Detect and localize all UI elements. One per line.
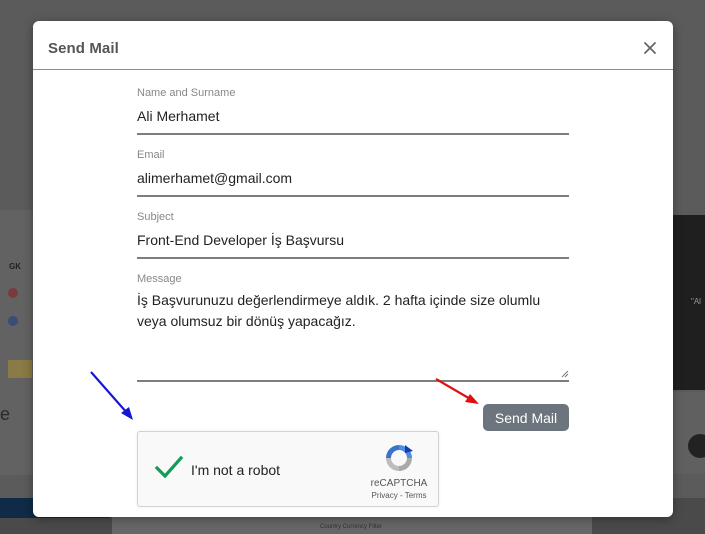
background-letter: e xyxy=(0,404,11,424)
modal-title: Send Mail xyxy=(48,40,119,57)
background-play-button xyxy=(688,434,705,458)
recaptcha-label: I'm not a robot xyxy=(191,462,281,478)
close-icon xyxy=(644,42,656,54)
email-label: Email xyxy=(137,149,165,161)
name-field[interactable]: Name and Surname Ali Merhamet xyxy=(137,87,569,135)
email-underline xyxy=(137,195,569,197)
recaptcha-brand: reCAPTCHA xyxy=(370,478,428,489)
blue-arrow-annotation xyxy=(90,371,133,420)
background-right-panel xyxy=(673,392,705,474)
modal-header: Send Mail xyxy=(33,21,673,70)
links-separator: - xyxy=(397,491,405,500)
name-label: Name and Surname xyxy=(137,87,236,99)
recaptcha-logo-icon xyxy=(386,445,413,471)
name-input[interactable]: Ali Merhamet xyxy=(137,107,569,125)
terms-link[interactable]: Terms xyxy=(405,491,427,500)
subject-label: Subject xyxy=(137,211,174,223)
email-field[interactable]: Email alimerhamet@gmail.com xyxy=(137,149,569,197)
checkmark-icon[interactable] xyxy=(154,454,184,480)
message-field[interactable]: Message İş Başvurunuzu değerlendirmeye a… xyxy=(137,273,569,382)
message-underline xyxy=(137,380,569,382)
background-gk-text: GK xyxy=(9,262,21,271)
name-underline xyxy=(137,133,569,135)
background-highlight xyxy=(8,360,32,378)
send-mail-button[interactable]: Send Mail xyxy=(483,404,569,431)
recaptcha-links: Privacy - Terms xyxy=(354,491,444,500)
message-textarea[interactable]: İş Başvurunuzu değerlendirmeye aldık. 2 … xyxy=(137,290,569,332)
background-avatar xyxy=(8,288,18,298)
recaptcha-widget: I'm not a robot reCAPTCHA Privacy - Term… xyxy=(137,431,439,507)
privacy-link[interactable]: Privacy xyxy=(372,491,398,500)
subject-field[interactable]: Subject Front-End Developer İş Başvursu xyxy=(137,211,569,259)
background-avatar xyxy=(8,316,18,326)
subject-underline xyxy=(137,257,569,259)
background-video-panel: "Al xyxy=(673,215,705,390)
red-arrow-annotation xyxy=(435,378,479,404)
background-bottom-text: Country Currency Filter xyxy=(320,524,383,530)
resize-handle-icon[interactable] xyxy=(561,370,569,378)
message-label: Message xyxy=(137,273,182,285)
subject-input[interactable]: Front-End Developer İş Başvursu xyxy=(137,231,569,249)
email-input[interactable]: alimerhamet@gmail.com xyxy=(137,169,569,187)
send-mail-modal: Send Mail Name and Surname Ali Merhamet … xyxy=(33,21,673,517)
close-button[interactable] xyxy=(641,39,659,57)
